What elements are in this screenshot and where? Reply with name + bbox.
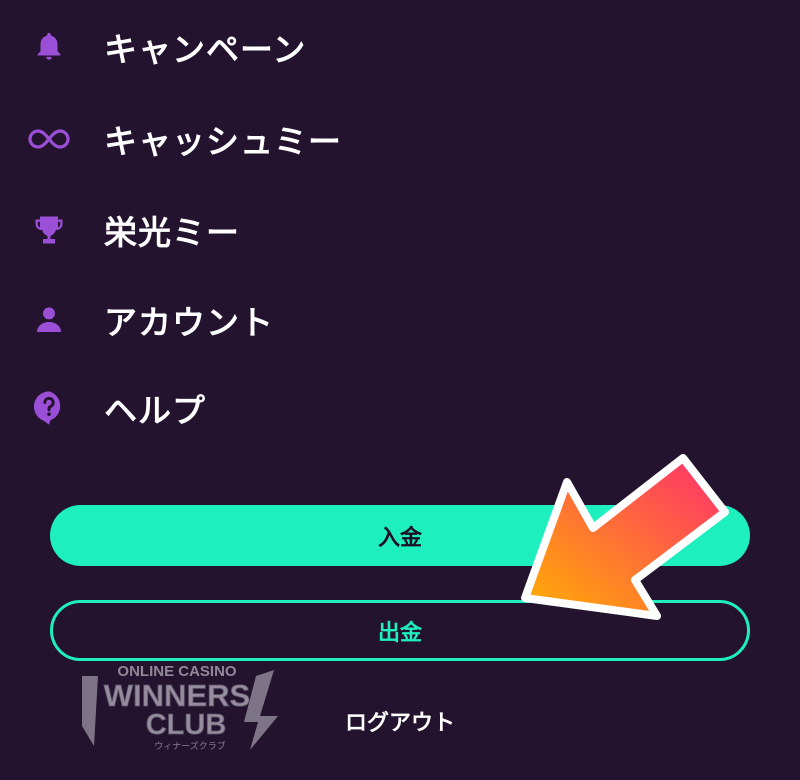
menu-label-account: アカウント (104, 303, 274, 342)
menu-label-help: ヘルプ (104, 391, 206, 430)
menu-item-cashme[interactable]: キャッシュミー (0, 104, 800, 174)
menu-label-glory: 栄光ミー (104, 213, 240, 252)
winners-club-watermark-logo: ONLINE CASINO WINNERS CLUB ウィナーズクラブ (82, 663, 278, 752)
help-icon (22, 381, 76, 435)
logout-link[interactable]: ログアウト (0, 705, 800, 737)
pointer-arrow-icon (521, 454, 729, 620)
bell-icon (22, 20, 76, 74)
user-icon (22, 293, 76, 347)
menu-item-campaign[interactable]: キャンペーン (0, 12, 800, 82)
menu-item-account[interactable]: アカウント (0, 285, 800, 355)
menu-item-glory[interactable]: 栄光ミー (0, 195, 800, 265)
trophy-icon (22, 203, 76, 257)
menu-item-help[interactable]: ヘルプ (0, 373, 800, 443)
infinity-icon (22, 112, 76, 166)
menu-label-cashme: キャッシュミー (104, 122, 342, 161)
menu-label-campaign: キャンペーン (104, 30, 307, 69)
watermark-line4: ウィナーズクラブ (154, 740, 226, 752)
